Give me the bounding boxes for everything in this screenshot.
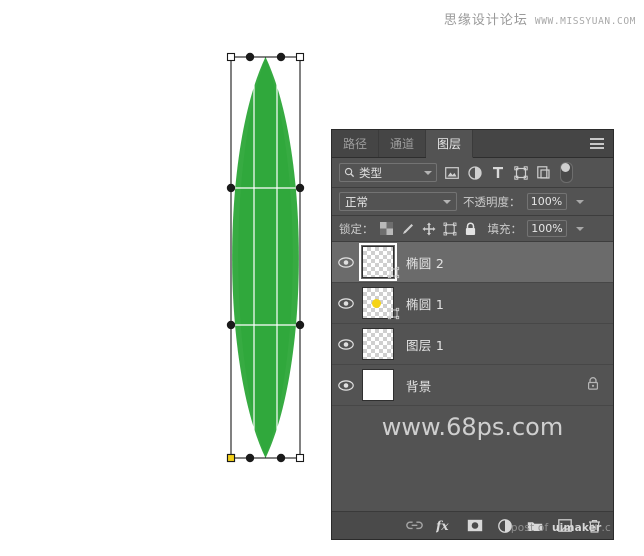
tab-channels[interactable]: 通道 xyxy=(379,130,427,157)
filter-type-label: 类型 xyxy=(359,165,382,180)
tab-paths[interactable]: 路径 xyxy=(332,130,380,157)
fill-input[interactable]: 100% xyxy=(527,220,567,237)
layer-visibility-toggle[interactable] xyxy=(332,365,360,405)
fill-stepper[interactable] xyxy=(572,220,587,237)
folder-icon xyxy=(527,521,542,531)
filter-adjustment-icon[interactable] xyxy=(466,163,483,182)
add-layer-mask-button[interactable] xyxy=(466,517,483,534)
opacity-label: 不透明度： xyxy=(463,194,521,209)
eye-icon xyxy=(338,379,354,391)
layer-list: 椭圆 2 椭圆 1 图层 1 背景 xyxy=(332,242,613,406)
search-icon xyxy=(344,167,355,178)
table-row[interactable]: 背景 xyxy=(332,365,613,406)
new-layer-icon xyxy=(557,519,572,532)
layer-name: 背景 xyxy=(406,378,432,394)
eye-icon xyxy=(338,297,354,309)
filter-smart-object-icon[interactable] xyxy=(535,163,552,182)
mask-icon xyxy=(467,519,482,532)
tab-layers[interactable]: 图层 xyxy=(426,130,474,158)
opacity-stepper[interactable] xyxy=(573,193,588,210)
eye-icon xyxy=(338,338,354,350)
new-group-button[interactable] xyxy=(526,517,543,534)
leaf-shape-artwork xyxy=(226,52,305,463)
filter-enable-toggle[interactable] xyxy=(560,162,573,183)
delete-layer-button[interactable] xyxy=(586,517,603,534)
layers-panel-toolbar: fx post of uimaker.c xyxy=(332,511,613,539)
new-layer-button[interactable] xyxy=(556,517,573,534)
table-row[interactable]: 椭圆 2 xyxy=(332,242,613,283)
layer-thumbnail[interactable] xyxy=(362,328,394,360)
layer-thumbnail-wrap[interactable] xyxy=(360,285,400,321)
filter-pixel-icon[interactable] xyxy=(443,163,460,182)
blend-opacity-row: 正常 不透明度： 100% xyxy=(332,188,613,216)
chevron-down-icon xyxy=(443,199,451,204)
table-row[interactable]: 图层 1 xyxy=(332,324,613,365)
active-corner-handle xyxy=(226,453,236,463)
layer-name: 图层 1 xyxy=(406,337,445,353)
table-row[interactable]: 椭圆 1 xyxy=(332,283,613,324)
green-petal-group xyxy=(232,57,299,458)
layer-style-button[interactable]: fx xyxy=(436,517,453,534)
layer-filter-row: 类型 xyxy=(332,158,613,188)
trash-icon xyxy=(589,519,600,533)
svg-text:fx: fx xyxy=(436,518,449,533)
vector-mask-icon xyxy=(387,307,400,320)
fx-icon: fx xyxy=(436,518,449,533)
new-adjustment-layer-button[interactable] xyxy=(496,517,513,534)
lock-all-icon[interactable] xyxy=(463,221,479,237)
layer-thumbnail-wrap[interactable] xyxy=(360,326,396,362)
hamburger-menu-icon[interactable] xyxy=(590,138,604,149)
document-canvas[interactable] xyxy=(0,0,331,556)
layer-visibility-toggle[interactable] xyxy=(332,324,360,364)
adjustment-icon xyxy=(497,518,512,533)
filter-type-text-icon[interactable] xyxy=(489,163,506,182)
lock-transparent-pixels-icon[interactable] xyxy=(379,221,395,237)
layer-name: 椭圆 2 xyxy=(406,255,445,271)
fill-label: 填充： xyxy=(487,221,523,236)
lock-image-pixels-icon[interactable] xyxy=(400,221,416,237)
filter-type-select[interactable]: 类型 xyxy=(339,163,437,182)
layer-visibility-toggle[interactable] xyxy=(332,242,360,282)
vector-mask-icon xyxy=(387,266,400,279)
filter-shape-icon[interactable] xyxy=(512,163,529,182)
layers-panel: 路径 通道 图层 类型 正常 不透明度： 100% 锁定： 填充： 100% 椭… xyxy=(331,129,614,540)
layer-thumbnail-wrap[interactable] xyxy=(359,243,400,281)
lock-artboard-nesting-icon[interactable] xyxy=(442,221,458,237)
blend-mode-select[interactable]: 正常 xyxy=(339,192,457,211)
thumbnail-yellow-dot xyxy=(372,299,381,308)
lock-row: 锁定： 填充： 100% xyxy=(332,216,613,242)
eye-icon xyxy=(338,256,354,268)
layer-locked-icon xyxy=(587,377,599,394)
petal-outer-path xyxy=(232,57,299,458)
layer-name: 椭圆 1 xyxy=(406,296,445,312)
blend-mode-value: 正常 xyxy=(345,194,368,209)
opacity-input[interactable]: 100% xyxy=(526,193,567,210)
layer-thumbnail[interactable] xyxy=(362,369,394,401)
chevron-down-icon xyxy=(424,170,432,175)
watermark-site-cn: 思缘设计论坛 xyxy=(443,13,528,28)
top-watermark: 思缘设计论坛 WWW.MISSYUAN.COM xyxy=(444,9,636,28)
link-icon xyxy=(406,521,423,530)
lock-position-icon[interactable] xyxy=(421,221,437,237)
center-watermark: www.68ps.com xyxy=(381,413,564,441)
link-layers-button[interactable] xyxy=(406,517,423,534)
panel-tabstrip: 路径 通道 图层 xyxy=(332,130,613,158)
layer-visibility-toggle[interactable] xyxy=(332,283,360,323)
watermark-site-url: WWW.MISSYUAN.COM xyxy=(534,16,636,27)
lock-label: 锁定： xyxy=(339,221,374,236)
layer-thumbnail-wrap[interactable] xyxy=(360,367,396,403)
